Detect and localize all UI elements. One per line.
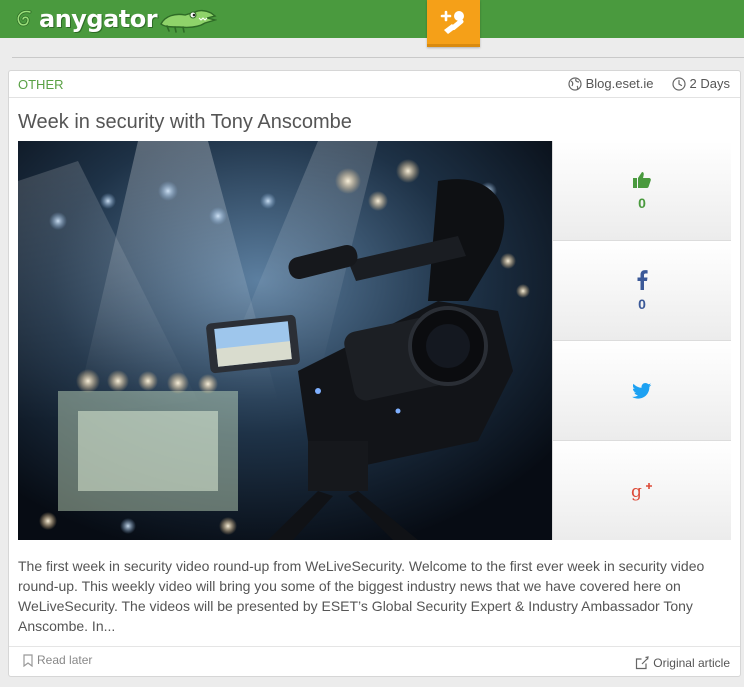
profile-tab-button[interactable] bbox=[427, 0, 480, 47]
article-excerpt: The first week in security video round-u… bbox=[18, 558, 705, 634]
source-label: Blog.eset.ie bbox=[585, 76, 654, 91]
clock-icon bbox=[671, 76, 686, 91]
facebook-icon bbox=[637, 269, 648, 290]
age-info: 2 Days bbox=[671, 76, 730, 91]
top-bar: anygator bbox=[0, 0, 744, 47]
logo[interactable]: anygator bbox=[14, 4, 218, 34]
bookmark-icon bbox=[23, 653, 33, 667]
svg-text:g: g bbox=[631, 482, 642, 501]
facebook-share-button[interactable]: 0 bbox=[553, 241, 731, 341]
like-count: 0 bbox=[638, 194, 646, 211]
thumbs-up-icon bbox=[633, 171, 651, 188]
like-button[interactable]: 0 bbox=[553, 141, 731, 241]
logo-text: anygator bbox=[39, 5, 158, 33]
original-article-label: Original article bbox=[653, 656, 730, 670]
original-article-link[interactable]: Original article bbox=[635, 656, 730, 670]
globe-icon bbox=[567, 76, 582, 91]
read-later-button[interactable]: Read later bbox=[23, 653, 92, 667]
logo-swirl-icon bbox=[16, 10, 32, 27]
source-link[interactable]: Blog.eset.ie bbox=[567, 76, 654, 91]
category-label[interactable]: OTHER bbox=[18, 77, 64, 92]
age-label: 2 Days bbox=[689, 76, 730, 91]
article-meta: Blog.eset.ie 2 Days bbox=[567, 76, 730, 91]
article-image[interactable] bbox=[18, 141, 552, 540]
google-plus-icon: g bbox=[631, 482, 652, 501]
camera-icon bbox=[18, 141, 552, 540]
article-title[interactable]: Week in security with Tony Anscombe bbox=[18, 111, 352, 134]
google-plus-share-button[interactable]: g bbox=[553, 441, 731, 540]
card-footer: Read later Original article bbox=[9, 646, 740, 677]
twitter-share-button[interactable] bbox=[553, 341, 731, 441]
facebook-count: 0 bbox=[638, 295, 646, 312]
alligator-icon bbox=[160, 9, 218, 33]
card-header: OTHER Blog.eset.ie 2 Days bbox=[9, 71, 740, 98]
article-card: OTHER Blog.eset.ie 2 Days Week in securi… bbox=[8, 70, 741, 677]
top-divider bbox=[12, 57, 744, 58]
profile-add-icon bbox=[440, 10, 464, 34]
share-panel: 0 0 g bbox=[552, 141, 731, 540]
external-edit-icon bbox=[636, 656, 650, 670]
twitter-icon bbox=[632, 382, 652, 399]
read-later-label: Read later bbox=[37, 653, 93, 667]
